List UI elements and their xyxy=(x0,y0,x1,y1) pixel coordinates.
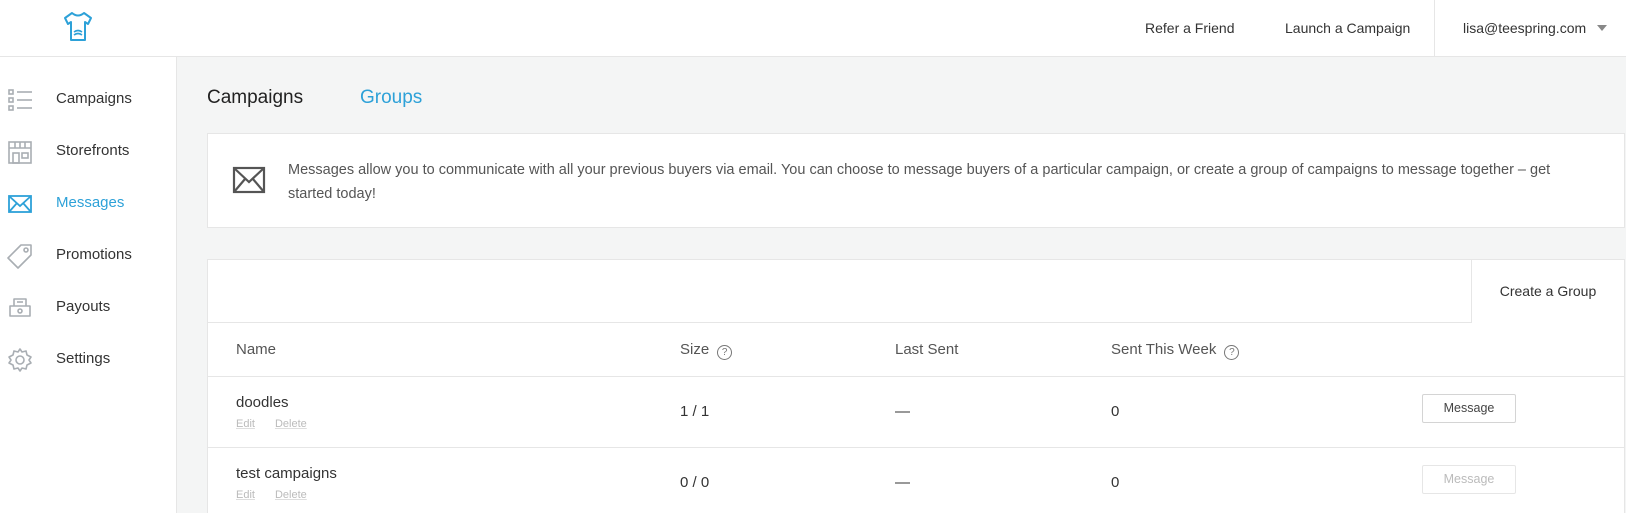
help-icon[interactable]: ? xyxy=(717,345,733,360)
groups-table-card: Create a Group Name Size? Last Sent Sent… xyxy=(207,259,1625,513)
message-button[interactable]: Message xyxy=(1422,394,1516,423)
tag-icon xyxy=(7,244,32,269)
table-toolbar: Create a Group xyxy=(208,260,1624,323)
group-name: test campaigns xyxy=(236,465,337,482)
storefront-icon xyxy=(8,141,32,164)
sidebar-item-label: Storefronts xyxy=(56,142,130,159)
column-header-sent-this-week-label: Sent This Week xyxy=(1111,341,1217,358)
column-header-size-label: Size xyxy=(680,341,710,358)
sidebar-item-payouts[interactable]: Payouts xyxy=(0,280,176,334)
column-header-sent-this-week: Sent This Week? xyxy=(1111,323,1240,377)
sidebar-item-campaigns[interactable]: Campaigns xyxy=(0,72,176,126)
message-button[interactable]: Message xyxy=(1422,465,1516,494)
group-last-sent: — xyxy=(895,403,910,420)
delete-link[interactable]: Delete xyxy=(275,418,307,430)
sidebar-item-settings[interactable]: Settings xyxy=(0,332,176,386)
sidebar-item-label: Settings xyxy=(56,350,111,367)
table-row: doodles Edit Delete 1 / 1 — 0 Message xyxy=(208,377,1624,448)
sidebar-item-label: Payouts xyxy=(56,298,111,315)
row-actions: Edit Delete xyxy=(236,489,327,501)
sidebar-item-promotions[interactable]: Promotions xyxy=(0,228,176,282)
top-header: Refer a Friend Launch a Campaign lisa@te… xyxy=(0,0,1626,57)
create-group-button[interactable]: Create a Group xyxy=(1471,260,1624,323)
sidebar-item-messages[interactable]: Messages xyxy=(0,176,176,230)
table-header: Name Size? Last Sent Sent This Week? xyxy=(208,323,1624,377)
sidebar-item-label: Promotions xyxy=(56,246,132,263)
main-content: Campaigns Groups Messages allow you to c… xyxy=(177,57,1626,513)
group-size: 1 / 1 xyxy=(680,403,710,420)
edit-link[interactable]: Edit xyxy=(236,489,255,501)
group-size: 0 / 0 xyxy=(680,474,710,491)
column-header-size: Size? xyxy=(680,323,733,377)
sidebar: Campaigns Storefronts Messages Promotion… xyxy=(0,57,177,513)
tshirt-logo-icon[interactable] xyxy=(62,10,94,44)
refer-a-friend-link[interactable]: Refer a Friend xyxy=(1145,0,1234,56)
tab-groups[interactable]: Groups xyxy=(360,87,422,109)
messages-info-text: Messages allow you to communicate with a… xyxy=(288,162,1551,202)
account-menu[interactable]: lisa@teespring.com xyxy=(1434,0,1626,56)
group-name: doodles xyxy=(236,394,289,411)
account-email: lisa@teespring.com xyxy=(1463,20,1587,36)
messages-info-card: Messages allow you to communicate with a… xyxy=(207,133,1625,228)
delete-link[interactable]: Delete xyxy=(275,489,307,501)
envelope-icon xyxy=(232,166,266,194)
column-header-last-sent: Last Sent xyxy=(895,341,959,358)
sidebar-item-storefronts[interactable]: Storefronts xyxy=(0,124,176,178)
group-sent-this-week: 0 xyxy=(1111,403,1120,420)
column-header-name: Name xyxy=(236,341,277,358)
envelope-icon xyxy=(8,195,32,213)
edit-link[interactable]: Edit xyxy=(236,418,255,430)
sidebar-item-label: Campaigns xyxy=(56,90,132,107)
table-row: test campaigns Edit Delete 0 / 0 — 0 Mess… xyxy=(208,448,1624,513)
row-actions: Edit Delete xyxy=(236,418,327,430)
gear-icon xyxy=(8,348,32,372)
payout-icon xyxy=(9,298,31,317)
help-icon[interactable]: ? xyxy=(1224,345,1240,360)
launch-campaign-link[interactable]: Launch a Campaign xyxy=(1285,0,1410,56)
group-sent-this-week: 0 xyxy=(1111,474,1120,491)
tab-campaigns[interactable]: Campaigns xyxy=(207,87,303,109)
chevron-down-icon xyxy=(1597,25,1607,31)
list-icon xyxy=(8,89,32,111)
group-last-sent: — xyxy=(895,474,910,491)
sidebar-item-label: Messages xyxy=(56,194,125,211)
